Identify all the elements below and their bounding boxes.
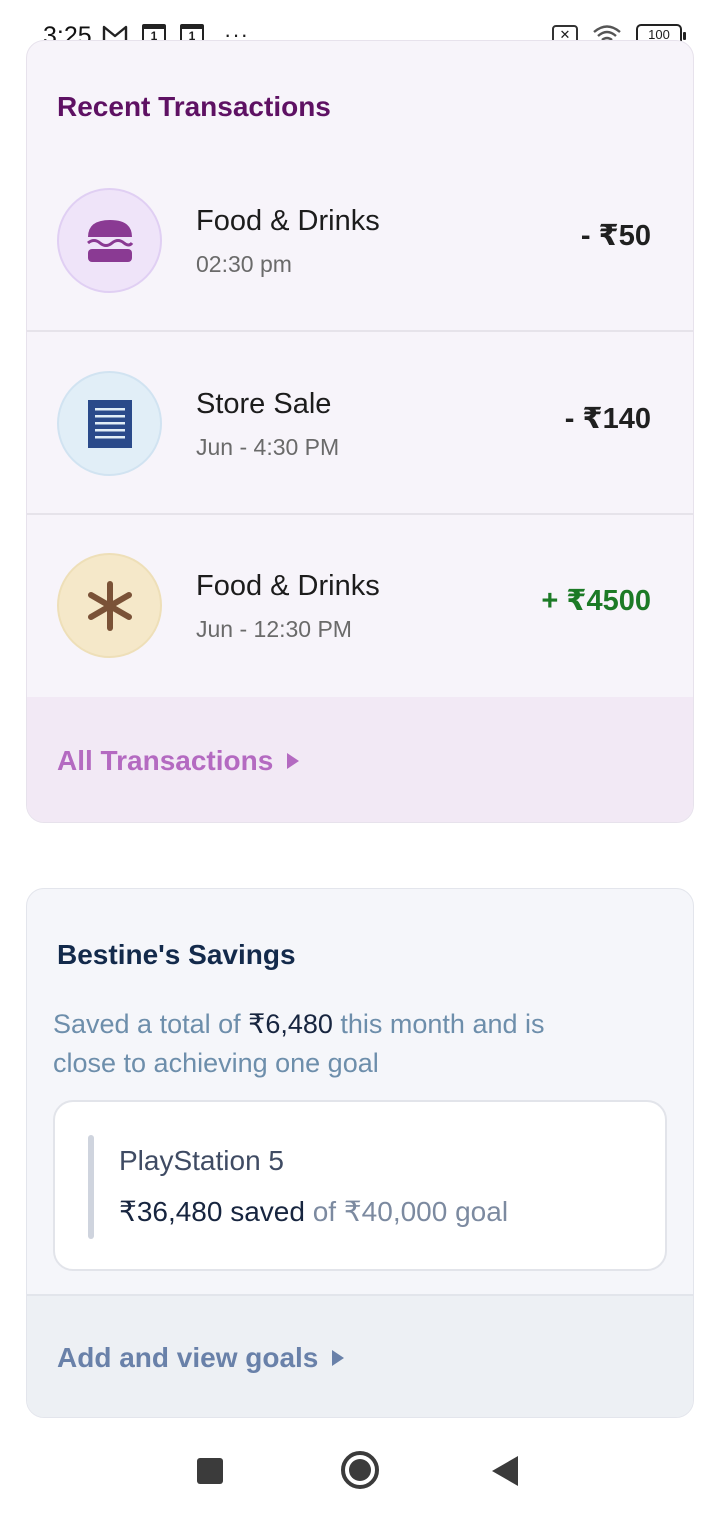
burger-icon <box>57 188 162 293</box>
goal-card[interactable]: PlayStation 5 ₹36,480 saved of ₹40,000 g… <box>53 1100 667 1271</box>
transaction-time: 02:30 pm <box>196 251 292 277</box>
transaction-name: Food & Drinks <box>196 205 380 237</box>
back-button[interactable] <box>492 1456 518 1486</box>
arrow-right-icon <box>287 753 300 769</box>
transaction-amount: - ₹50 <box>580 220 651 252</box>
savings-title: Bestine's Savings <box>57 939 296 970</box>
goal-target-amount: of ₹40,000 goal <box>304 1196 509 1227</box>
savings-total-amount: ₹6,480 <box>248 1009 333 1039</box>
goal-progress: ₹36,480 saved of ₹40,000 goal <box>119 1195 508 1228</box>
arrow-right-icon <box>332 1350 345 1366</box>
transactions-footer: All Transactions <box>27 697 693 822</box>
goal-name: PlayStation 5 <box>119 1145 284 1176</box>
navigation-bar <box>0 1420 720 1520</box>
transaction-name: Food & Drinks <box>196 570 380 602</box>
goal-accent-bar <box>88 1135 94 1239</box>
home-button[interactable] <box>341 1451 379 1489</box>
savings-description: Saved a total of ₹6,480 this month and i… <box>53 1005 573 1083</box>
recent-apps-button[interactable] <box>197 1458 223 1484</box>
all-transactions-label: All Transactions <box>57 745 274 776</box>
goal-saved-amount: ₹36,480 saved <box>119 1196 305 1227</box>
document-icon <box>57 371 162 476</box>
transaction-row[interactable]: Store Sale Jun - 4:30 PM - ₹140 <box>27 332 693 515</box>
transaction-amount: + ₹4500 <box>541 585 651 617</box>
recent-transactions-title: Recent Transactions <box>57 91 331 122</box>
home-icon <box>349 1459 371 1481</box>
transaction-row[interactable]: Food & Drinks 02:30 pm - ₹50 <box>27 149 693 332</box>
transaction-amount: - ₹140 <box>564 403 651 435</box>
add-view-goals-link[interactable]: Add and view goals <box>57 1342 345 1374</box>
savings-footer: Add and view goals <box>27 1294 693 1417</box>
asterisk-icon <box>57 553 162 658</box>
savings-desc-prefix: Saved a total of <box>53 1009 249 1039</box>
transaction-row[interactable]: Food & Drinks Jun - 12:30 PM + ₹4500 <box>27 515 693 697</box>
all-transactions-link[interactable]: All Transactions <box>57 745 300 777</box>
add-view-goals-label: Add and view goals <box>57 1342 319 1373</box>
savings-card: Bestine's Savings Saved a total of ₹6,48… <box>26 888 694 1418</box>
transaction-name: Store Sale <box>196 388 332 420</box>
transaction-time: Jun - 12:30 PM <box>196 616 352 642</box>
recent-transactions-card: Recent Transactions Food & Drinks 02:30 … <box>26 40 694 823</box>
transaction-time: Jun - 4:30 PM <box>196 434 340 460</box>
